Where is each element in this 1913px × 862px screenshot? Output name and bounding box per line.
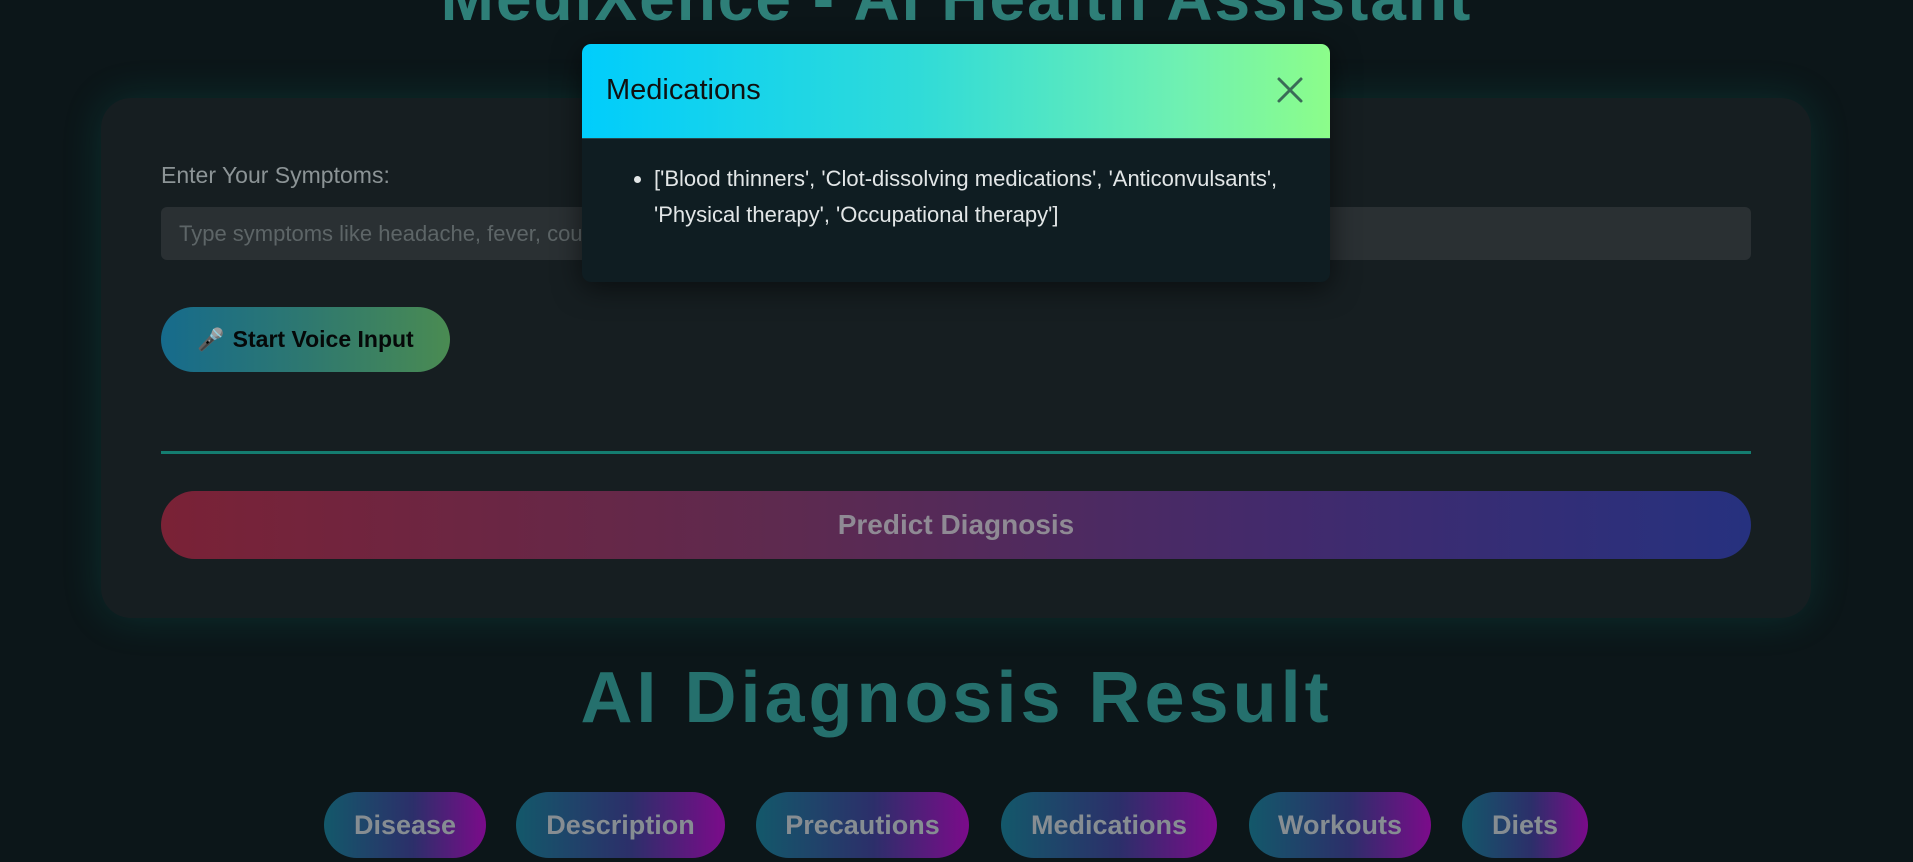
tab-disease[interactable]: Disease bbox=[324, 792, 486, 858]
microphone-icon: 🎤 bbox=[197, 326, 225, 352]
medications-modal: Medications ['Blood thinners', 'Clot-dis… bbox=[582, 44, 1330, 282]
modal-body: ['Blood thinners', 'Clot-dissolving medi… bbox=[582, 139, 1330, 233]
list-item: ['Blood thinners', 'Clot-dissolving medi… bbox=[654, 161, 1306, 233]
medications-list: ['Blood thinners', 'Clot-dissolving medi… bbox=[606, 161, 1306, 233]
tab-workouts[interactable]: Workouts bbox=[1249, 792, 1431, 858]
app-title: MediXence - AI Health Assistant bbox=[0, 0, 1913, 30]
result-title: AI Diagnosis Result bbox=[580, 658, 1333, 738]
voice-button-label: Start Voice Input bbox=[232, 326, 414, 352]
tab-description[interactable]: Description bbox=[516, 792, 725, 858]
tab-medications[interactable]: Medications bbox=[1001, 792, 1217, 858]
tab-precautions[interactable]: Precautions bbox=[756, 792, 969, 858]
modal-title: Medications bbox=[606, 74, 761, 106]
divider bbox=[161, 451, 1751, 454]
predict-diagnosis-button[interactable]: Predict Diagnosis bbox=[161, 491, 1751, 559]
close-icon bbox=[1277, 77, 1303, 103]
symptoms-label: Enter Your Symptoms: bbox=[161, 162, 390, 188]
tab-diets[interactable]: Diets bbox=[1462, 792, 1588, 858]
result-tabs: Disease Description Precautions Medicati… bbox=[0, 792, 1913, 862]
modal-header: Medications bbox=[582, 44, 1330, 139]
start-voice-input-button[interactable]: 🎤 Start Voice Input bbox=[161, 307, 450, 372]
modal-close-button[interactable] bbox=[1270, 70, 1310, 110]
